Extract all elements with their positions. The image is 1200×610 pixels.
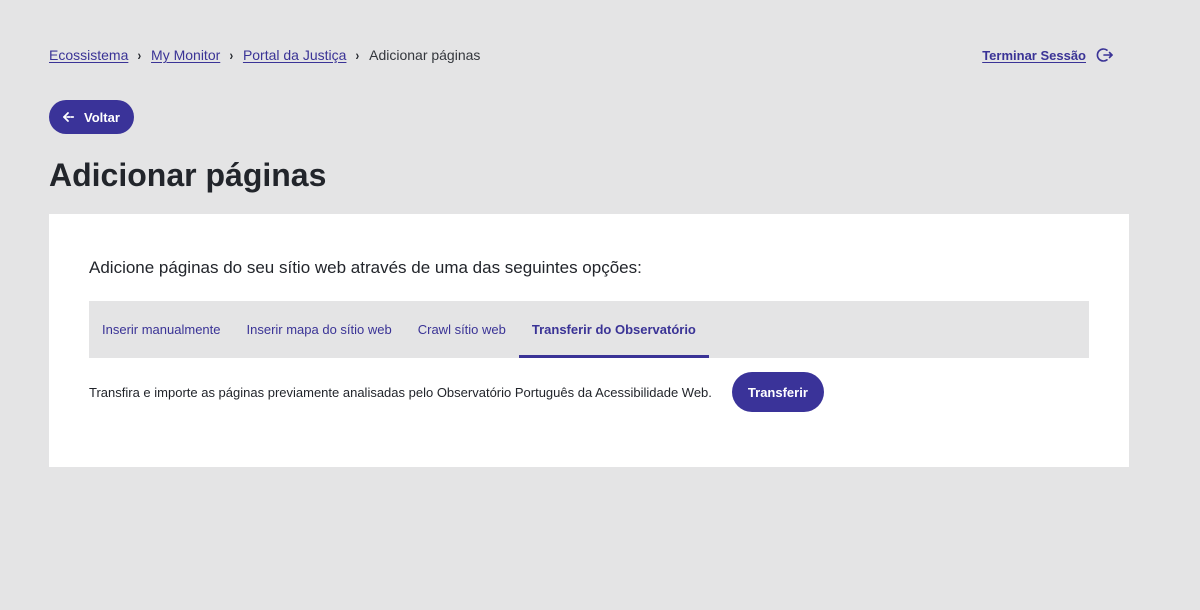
top-bar: Ecossistema › My Monitor › Portal da Jus… xyxy=(49,44,1114,66)
breadcrumb-link-my-monitor[interactable]: My Monitor xyxy=(151,47,220,63)
chevron-right-icon: › xyxy=(229,47,234,63)
chevron-right-icon: › xyxy=(355,47,360,63)
back-button[interactable]: Voltar xyxy=(49,100,134,134)
tab-transferir-observatorio[interactable]: Transferir do Observatório xyxy=(518,301,709,358)
tab-list: Inserir manualmente Inserir mapa do síti… xyxy=(89,301,1089,358)
page-title: Adicionar páginas xyxy=(49,157,327,193)
back-button-label: Voltar xyxy=(84,109,120,125)
transfer-description: Transfira e importe as páginas previamen… xyxy=(89,384,712,400)
tab-crawl-sitio-web[interactable]: Crawl sítio web xyxy=(405,301,519,358)
logout-icon xyxy=(1096,46,1114,64)
arrow-left-icon xyxy=(62,110,76,124)
tab-panel-transferir: Transfira e importe as páginas previamen… xyxy=(89,372,824,412)
add-pages-card: Adicione páginas do seu sítio web atravé… xyxy=(49,214,1129,467)
chevron-right-icon: › xyxy=(137,47,142,63)
logout-link[interactable]: Terminar Sessão xyxy=(982,46,1114,64)
breadcrumb-link-portal-da-justica[interactable]: Portal da Justiça xyxy=(243,47,347,63)
tab-inserir-manualmente[interactable]: Inserir manualmente xyxy=(89,301,234,358)
card-intro: Adicione páginas do seu sítio web atravé… xyxy=(89,258,642,277)
tab-inserir-mapa-sitio-web[interactable]: Inserir mapa do sítio web xyxy=(234,301,405,358)
transfer-button[interactable]: Transferir xyxy=(731,372,824,412)
breadcrumb: Ecossistema › My Monitor › Portal da Jus… xyxy=(49,47,480,63)
breadcrumb-current: Adicionar páginas xyxy=(369,47,481,63)
logout-label: Terminar Sessão xyxy=(982,47,1086,63)
breadcrumb-link-ecossistema[interactable]: Ecossistema xyxy=(49,47,128,63)
